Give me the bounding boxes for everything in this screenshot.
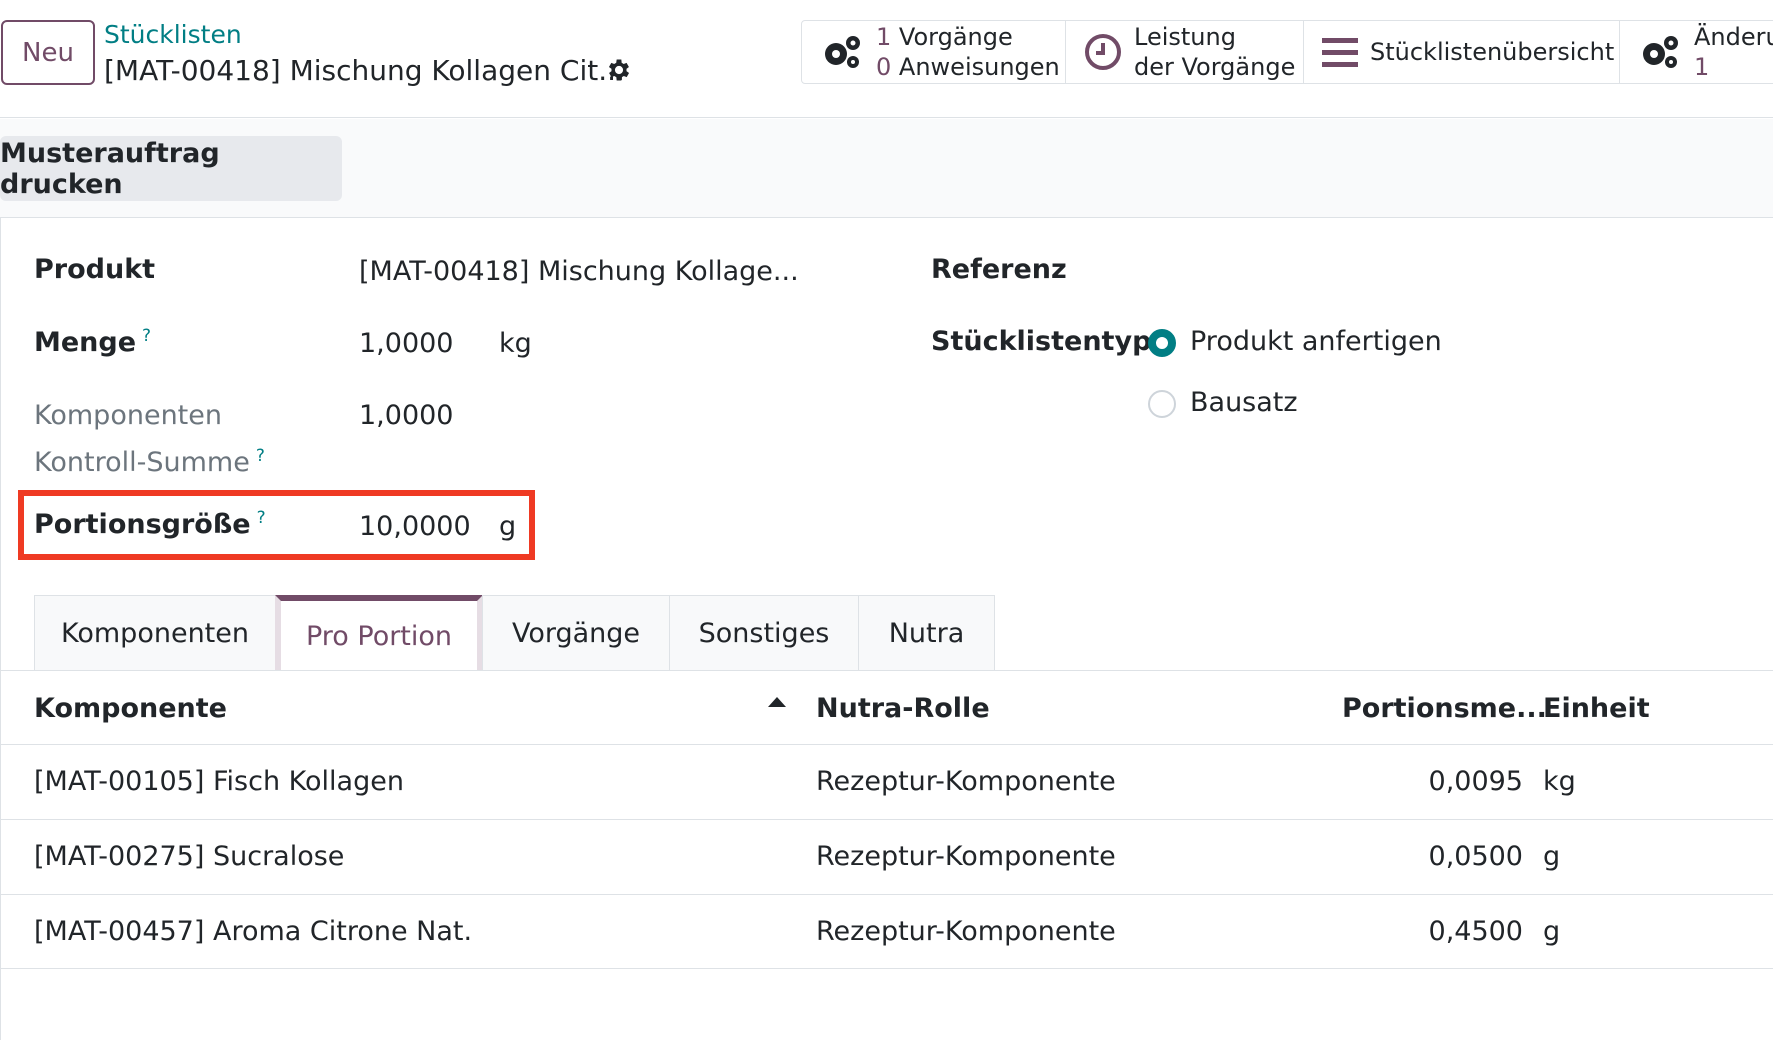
quantity-label-text: Menge [34,327,137,358]
cell-component[interactable]: [MAT-00275] Sucralose [34,841,344,872]
checksum-value: 1,0000 [359,400,454,431]
bom-type-manufacture-label[interactable]: Produkt anfertigen [1190,326,1442,357]
portion-size-label-text: Portionsgröße [34,509,251,540]
tab-nutra[interactable]: Nutra [858,595,995,671]
table-divider [0,819,1773,820]
cell-nutra-role[interactable]: Rezeptur-Komponente [816,916,1116,947]
cell-portion-qty[interactable]: 0,0095 [1323,766,1523,797]
cell-nutra-role[interactable]: Rezeptur-Komponente [816,841,1116,872]
smart-buttons: 1 Vorgänge 0 Anweisungen Leistung der Vo… [801,20,1773,84]
instructions-count: 0 [876,53,892,81]
bom-type-manufacture-radio[interactable] [1148,329,1176,357]
performance-label-1: Leistung [1134,23,1236,51]
cell-portion-qty[interactable]: 0,4500 [1323,916,1523,947]
operations-smart-button[interactable]: 1 Vorgänge 0 Anweisungen [802,21,1066,83]
help-icon[interactable]: ? [256,446,265,466]
column-header-portion-qty[interactable]: Portionsme... [1342,693,1547,724]
column-header-uom[interactable]: Einheit [1543,693,1650,724]
tabs-divider [0,670,1773,671]
bom-type-kit-radio[interactable] [1148,390,1176,418]
operations-performance-smart-button[interactable]: Leistung der Vorgänge [1066,21,1304,83]
quantity-label: Menge? [34,326,151,358]
cell-component[interactable]: [MAT-00105] Fisch Kollagen [34,766,404,797]
help-icon[interactable]: ? [142,326,151,346]
operations-label: Vorgänge [898,23,1013,51]
product-field[interactable]: [MAT-00418] Mischung Kollage... [359,256,799,287]
checksum-label: Komponenten Kontroll-Summe? [34,395,265,483]
changes-count: 1 [1694,53,1710,81]
bom-overview-label: Stücklistenübersicht [1370,38,1615,66]
cell-uom[interactable]: kg [1543,766,1576,797]
performance-label-2: der Vorgänge [1134,53,1296,81]
operations-count: 1 [876,23,892,51]
record-title: [MAT-00418] Mischung Kollagen Cit... [104,54,625,87]
breadcrumb-stuecklisten[interactable]: Stücklisten [104,20,242,49]
cell-component[interactable]: [MAT-00457] Aroma Citrone Nat. [34,916,472,947]
checksum-label-line1: Komponenten [34,400,222,431]
portion-size-label: Portionsgröße? [34,508,266,540]
clock-icon [1084,30,1122,74]
quantity-field[interactable]: 1,0000 [359,328,453,359]
control-panel: Neu Stücklisten [MAT-00418] Mischung Kol… [0,0,1773,118]
column-header-nutra-role[interactable]: Nutra-Rolle [816,693,990,724]
bom-type-label: Stücklistentyp [931,326,1152,357]
cell-uom[interactable]: g [1543,841,1560,872]
print-sample-order-button[interactable]: Musterauftrag drucken [0,136,342,201]
bom-overview-smart-button[interactable]: Stücklistenübersicht [1304,21,1620,83]
tab-pro-portion[interactable]: Pro Portion [275,595,483,671]
portion-size-uom[interactable]: g [499,511,516,542]
cell-uom[interactable]: g [1543,916,1560,947]
help-icon[interactable]: ? [257,508,266,528]
changes-smart-button[interactable]: Änderun 1 [1620,21,1773,83]
quantity-uom[interactable]: kg [499,328,532,359]
instructions-label: Anweisungen [898,53,1060,81]
table-divider [0,744,1773,745]
changes-label: Änderun [1694,23,1773,51]
reference-label: Referenz [931,254,1067,285]
portion-size-field[interactable]: 10,0000 [359,511,471,542]
tab-komponenten[interactable]: Komponenten [34,595,276,671]
gears-icon [820,30,864,74]
new-button[interactable]: Neu [1,20,95,85]
cell-nutra-role[interactable]: Rezeptur-Komponente [816,766,1116,797]
cell-portion-qty[interactable]: 0,0500 [1323,841,1523,872]
bars-icon [1322,30,1358,74]
tab-vorgaenge[interactable]: Vorgänge [482,595,670,671]
product-label: Produkt [34,254,156,285]
table-divider [0,968,1773,969]
notebook-tabs: Komponenten Pro Portion Vorgänge Sonstig… [34,595,995,671]
checksum-label-line2: Kontroll-Summe [34,447,250,478]
bom-type-kit-label[interactable]: Bausatz [1190,387,1298,418]
tab-sonstiges[interactable]: Sonstiges [669,595,859,671]
column-header-component[interactable]: Komponente [34,693,227,724]
sort-ascending-icon[interactable] [768,697,786,707]
gear-icon[interactable] [605,56,633,84]
gears-icon [1638,30,1682,74]
status-bar: Musterauftrag drucken [0,119,1773,217]
table-divider [0,894,1773,895]
